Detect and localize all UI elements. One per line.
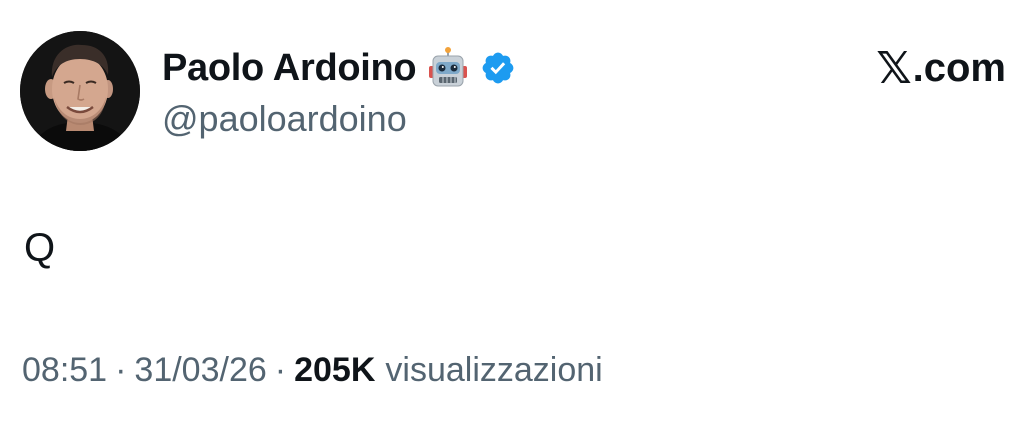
views-count[interactable]: 205K	[294, 351, 375, 390]
meta-separator: ·	[274, 351, 287, 389]
avatar[interactable]	[20, 31, 140, 151]
tweet-meta: 08:51 · 31/03/26 · 205K visualizzazioni	[22, 351, 603, 390]
avatar-photo	[20, 31, 140, 151]
meta-separator: ·	[115, 351, 127, 389]
x-logo[interactable]: 𝕏 .com	[876, 42, 1006, 94]
x-logo-icon: 𝕏	[876, 42, 912, 94]
tweet-time[interactable]: 08:51	[22, 351, 107, 390]
views-label: visualizzazioni	[385, 351, 603, 389]
author-display-name[interactable]: Paolo Ardoino	[162, 47, 417, 90]
robot-face-icon	[426, 46, 470, 90]
tweet-date[interactable]: 31/03/26	[134, 351, 266, 390]
author-handle[interactable]: @paoloardoino	[162, 98, 407, 140]
x-logo-suffix: .com	[912, 45, 1006, 90]
verified-badge-icon[interactable]	[480, 50, 516, 86]
author-name-row: Paolo Ardoino	[162, 42, 516, 94]
tweet-text: Q	[24, 226, 56, 270]
tweet-card: Paolo Ardoino @paoloardoino 𝕏 .com Q 08:…	[0, 0, 1024, 423]
